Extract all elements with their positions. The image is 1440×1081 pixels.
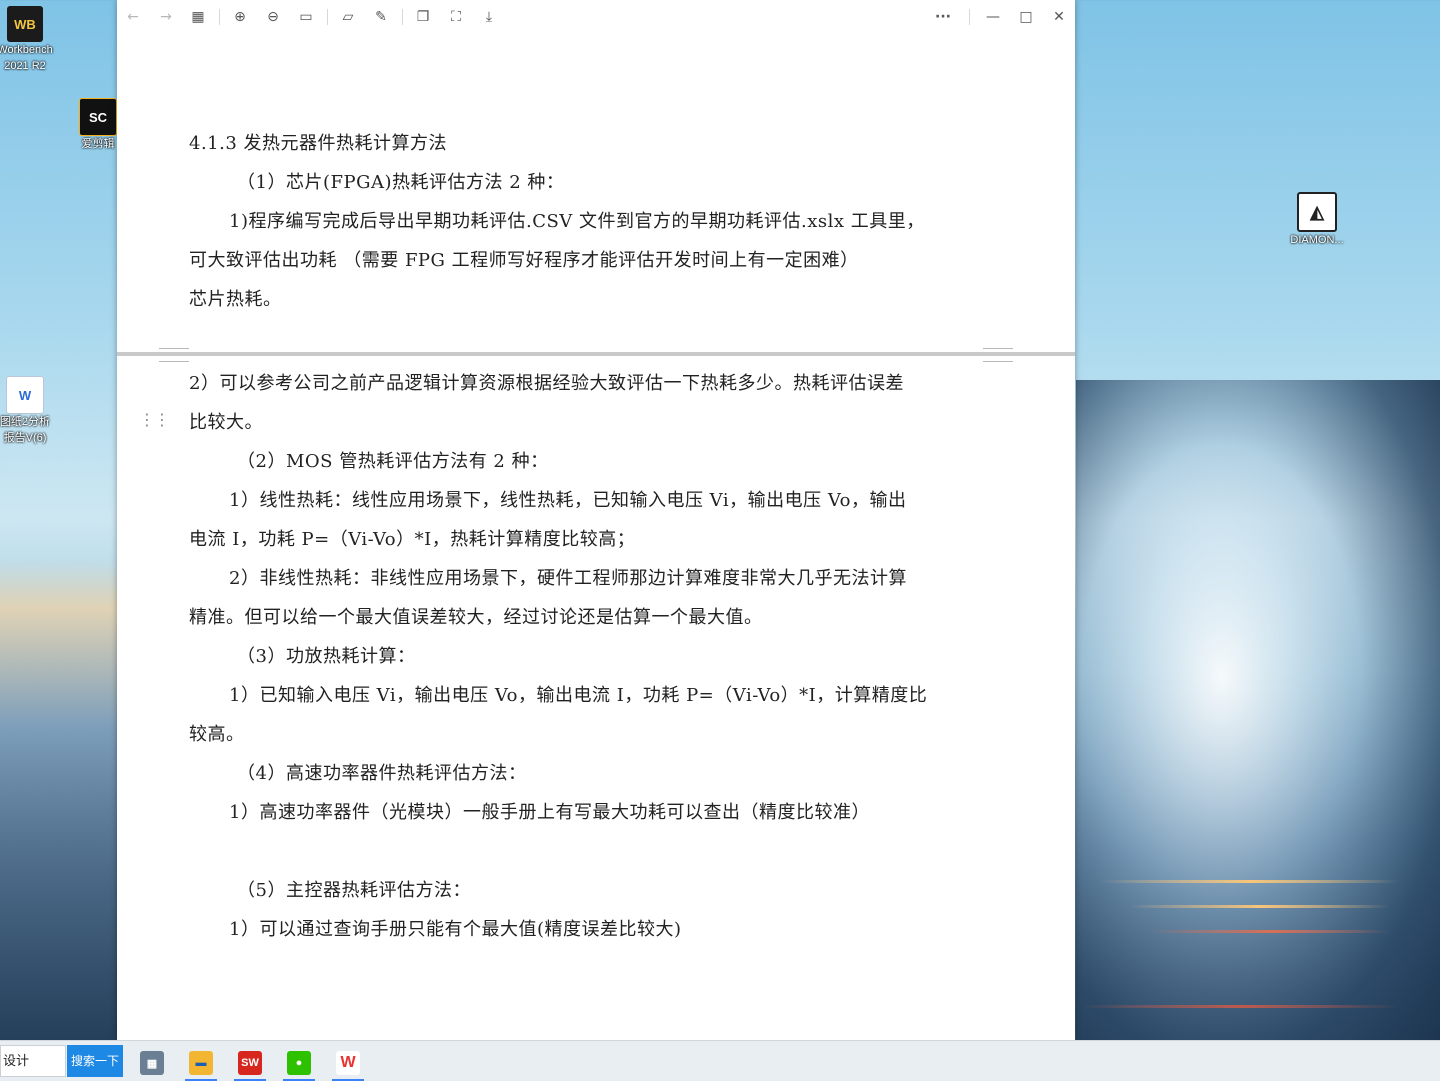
taskbar-app-solidworks[interactable]: SW bbox=[230, 1045, 270, 1081]
toolbar-divider bbox=[969, 9, 970, 25]
desktop-wallpaper-left bbox=[0, 560, 120, 1040]
maximize-icon[interactable]: □ bbox=[1016, 7, 1036, 27]
document-viewer-window: ← → ▦ ⊕ ⊖ ▭ ▱ ✎ ❐ ⛶ ⤓ ··· — □ ✕ 4.1.3 发热… bbox=[117, 0, 1075, 1040]
page-break bbox=[117, 352, 1075, 356]
paragraph-line: 1）线性热耗：线性应用场景下，线性热耗，已知输入电压 Vi，输出电压 Vo，输出 bbox=[229, 490, 907, 511]
paragraph-line: 2）可以参考公司之前产品逻辑计算资源根据经验大致评估一下热耗多少。热耗评估误差 bbox=[189, 373, 904, 394]
paragraph-line: 1）已知输入电压 Vi，输出电压 Vo，输出电流 I，功耗 P=（Vi-Vo）*… bbox=[229, 685, 928, 706]
fit-page-icon[interactable]: ▭ bbox=[296, 7, 316, 27]
open-folder-icon[interactable]: ▱ bbox=[338, 7, 358, 27]
page-corner-mark bbox=[983, 348, 1013, 362]
taskbar-search-input[interactable]: 设计 bbox=[0, 1045, 66, 1077]
subsection-heading: （2）MOS 管热耗评估方法有 2 种： bbox=[237, 451, 549, 472]
desktop-icon-workbench[interactable]: WB Workbench 2021 R2 bbox=[0, 6, 64, 74]
paragraph-line: 较高。 bbox=[189, 724, 245, 745]
taskbar-app-calculator[interactable]: ▦ bbox=[132, 1045, 172, 1081]
paragraph-line: 电流 I，功耗 P=（Vi-Vo）*I，热耗计算精度比较高； bbox=[189, 529, 636, 550]
edit-icon[interactable]: ✎ bbox=[371, 7, 391, 27]
close-icon[interactable]: ✕ bbox=[1049, 7, 1069, 27]
calculator-icon: ▦ bbox=[140, 1051, 164, 1075]
download-icon[interactable]: ⤓ bbox=[479, 7, 499, 27]
wallpaper-light-streak bbox=[1080, 1005, 1400, 1008]
desktop-icon-word-report[interactable]: W 图纸2分析 报告V(6) bbox=[0, 376, 64, 446]
subsection-heading: （3）功放热耗计算： bbox=[237, 646, 416, 667]
zoom-in-icon[interactable]: ⊕ bbox=[230, 7, 250, 27]
forward-icon[interactable]: → bbox=[156, 7, 176, 27]
paragraph-line: 1）高速功率器件（光模块）一般手册上有写最大功耗可以查出（精度比较准） bbox=[229, 802, 870, 823]
wechat-icon: ● bbox=[287, 1051, 311, 1075]
word-document-icon: W bbox=[6, 376, 44, 414]
subsection-heading: （1）芯片(FPGA)热耗评估方法 2 种： bbox=[237, 172, 565, 193]
toolbar-divider bbox=[402, 9, 403, 25]
subsection-heading: （5）主控器热耗评估方法： bbox=[237, 880, 471, 901]
paragraph-line: 精准。但可以给一个最大值误差较大，经过讨论还是估算一个最大值。 bbox=[189, 607, 763, 628]
taskbar-search-button[interactable]: 搜索一下 bbox=[67, 1045, 123, 1077]
taskbar-app-wechat[interactable]: ● bbox=[279, 1045, 319, 1081]
grid-view-icon[interactable]: ▦ bbox=[188, 7, 208, 27]
sc-app-icon: SC bbox=[79, 98, 117, 136]
toolbar-divider bbox=[327, 9, 328, 25]
taskbar-app-wps[interactable]: W bbox=[328, 1045, 368, 1081]
paragraph-line: 2）非线性热耗：非线性应用场景下，硬件工程师那边计算难度非常大几乎无法计算 bbox=[229, 568, 907, 589]
paragraph-line: 比较大。 bbox=[189, 412, 263, 433]
drag-handle-icon[interactable]: ⋮⋮ bbox=[139, 410, 170, 429]
workbench-icon: WB bbox=[7, 6, 43, 42]
taskbar-app-file-explorer[interactable]: ▬ bbox=[181, 1045, 221, 1081]
taskbar: 设计 搜索一下 ▦ ▬ SW ● W bbox=[0, 1040, 1440, 1081]
wallpaper-light-streak bbox=[1130, 905, 1390, 908]
diamond-app-icon: ◭ bbox=[1297, 192, 1337, 232]
paragraph-line: 芯片热耗。 bbox=[189, 289, 282, 310]
more-options-icon[interactable]: ··· bbox=[933, 7, 953, 27]
wps-icon: W bbox=[336, 1051, 360, 1075]
folder-icon: ▬ bbox=[189, 1051, 213, 1075]
desktop-wallpaper-right bbox=[1076, 380, 1440, 1040]
solidworks-icon: SW bbox=[238, 1051, 262, 1075]
page-corner-mark bbox=[159, 348, 189, 362]
paragraph-line: 可大致评估出功耗 （需要 FPG 工程师写好程序才能评估开发时间上有一定困难） bbox=[189, 250, 859, 271]
toolbar-divider bbox=[219, 9, 220, 25]
desktop-icon-diamond[interactable]: ◭ DIAMON... bbox=[1278, 192, 1356, 248]
desktop-icon-label: 图纸2分析 报告V(6) bbox=[0, 416, 51, 444]
zoom-out-icon[interactable]: ⊖ bbox=[263, 7, 283, 27]
wallpaper-light-streak bbox=[1150, 930, 1390, 933]
desktop-icon-label: DIAMON... bbox=[1290, 234, 1344, 246]
back-icon[interactable]: ← bbox=[123, 7, 143, 27]
fullscreen-icon[interactable]: ⛶ bbox=[446, 7, 466, 27]
copy-icon[interactable]: ❐ bbox=[413, 7, 433, 27]
paragraph-line: 1)程序编写完成后导出早期功耗评估.CSV 文件到官方的早期功耗评估.xslx … bbox=[229, 211, 925, 232]
subsection-heading: （4）高速功率器件热耗评估方法： bbox=[237, 763, 527, 784]
minimize-icon[interactable]: — bbox=[983, 7, 1003, 27]
viewer-toolbar: ← → ▦ ⊕ ⊖ ▭ ▱ ✎ ❐ ⛶ ⤓ ··· — □ ✕ bbox=[117, 0, 1075, 34]
wallpaper-light-streak bbox=[1100, 880, 1400, 883]
paragraph-line: 1）可以通过查询手册只能有个最大值(精度误差比较大) bbox=[229, 919, 682, 940]
desktop-icon-label: Workbench 2021 R2 bbox=[0, 44, 53, 72]
section-heading: 4.1.3 发热元器件热耗计算方法 bbox=[189, 133, 448, 154]
